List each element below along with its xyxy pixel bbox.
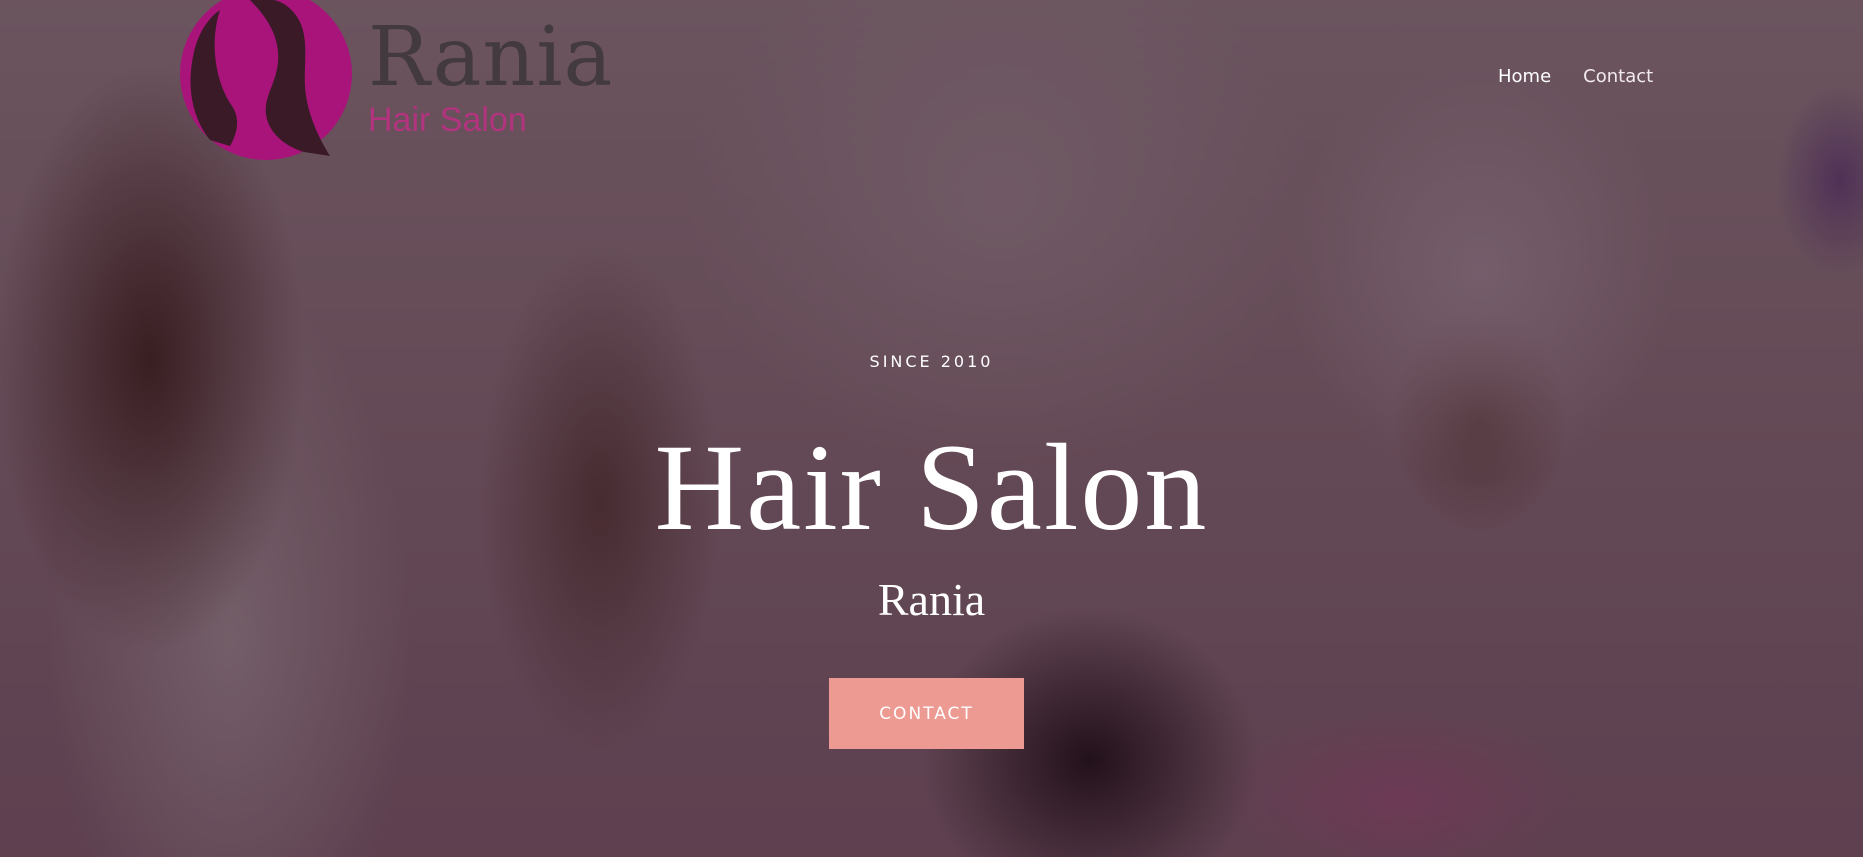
since-eyebrow: SINCE 2010 (869, 352, 994, 371)
woman-silhouette-icon[interactable] (180, 0, 352, 160)
main-nav: Home Contact (1498, 66, 1653, 87)
contact-button[interactable]: CONTACT (829, 678, 1024, 749)
hero-section: Rania Hair Salon Home Contact SINCE 2010… (0, 0, 1863, 857)
brand: Rania Hair Salon (368, 8, 613, 140)
nav-link-home[interactable]: Home (1498, 66, 1551, 87)
hero-subtitle: Rania (877, 574, 986, 625)
hero-title: Hair Salon (654, 419, 1209, 556)
brand-name[interactable]: Rania (368, 8, 613, 108)
nav-link-contact[interactable]: Contact (1583, 66, 1653, 87)
